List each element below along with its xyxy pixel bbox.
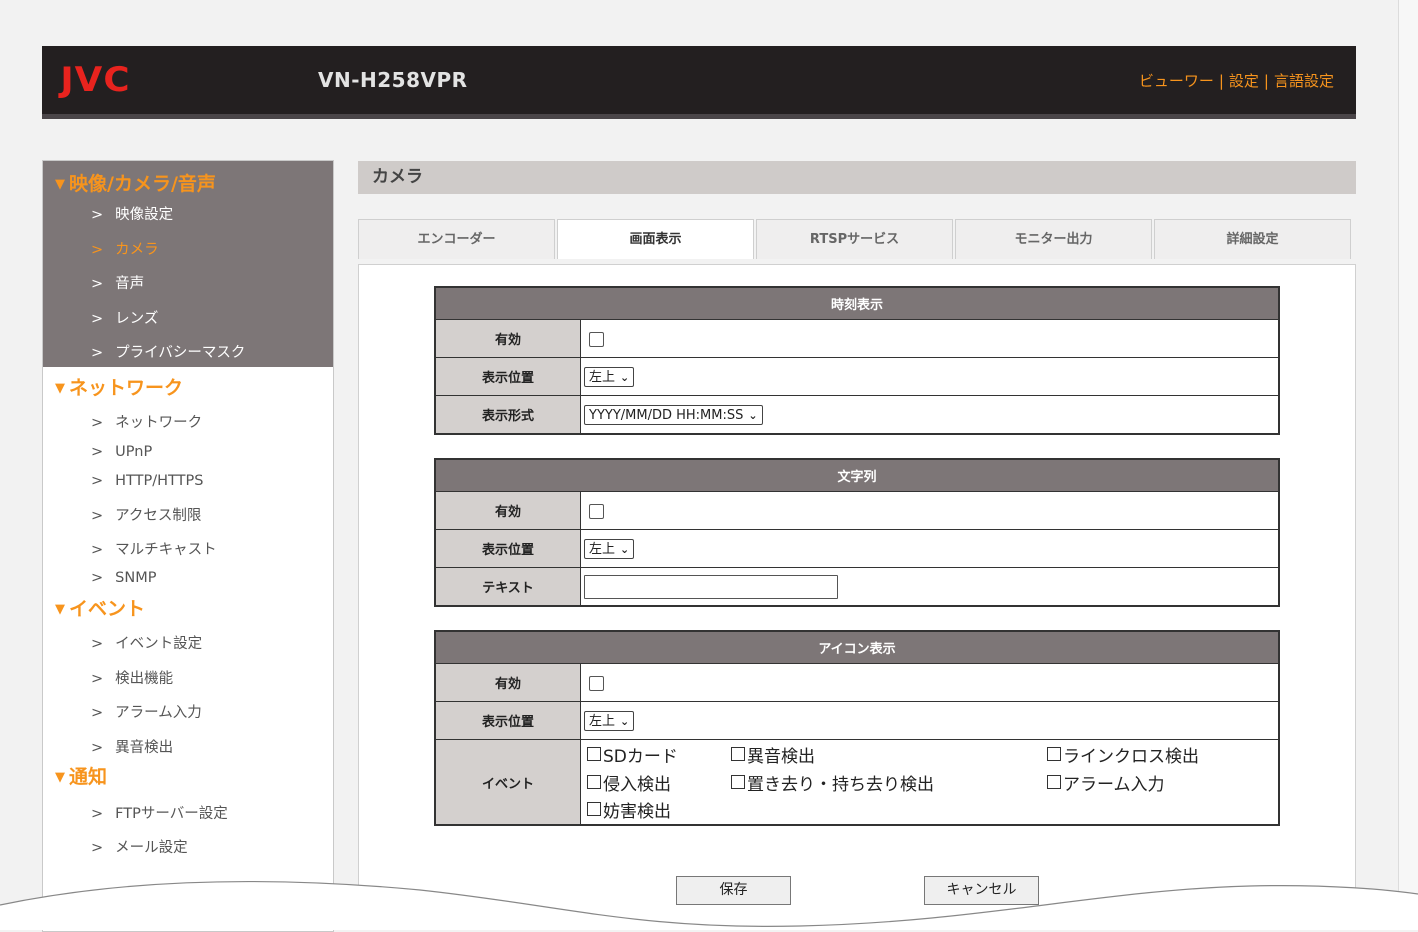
sidebar-item-camera[interactable]: > カメラ xyxy=(43,238,333,272)
event-audio-detection-checkbox[interactable]: 異音検出 xyxy=(731,742,815,767)
sidebar-item-audio-detection[interactable]: > 異音検出 xyxy=(43,736,333,760)
chevron-down-icon: ⌄ xyxy=(620,542,630,556)
field-label: テキスト xyxy=(434,567,581,607)
string-enable-checkbox[interactable] xyxy=(589,504,604,519)
sidebar-section-title[interactable]: ▼ 通知 xyxy=(43,760,333,790)
tab-rtsp-service[interactable]: RTSPサービス xyxy=(756,219,953,259)
chevron-right-icon: > xyxy=(91,444,104,460)
triangle-down-icon: ▼ xyxy=(55,770,65,785)
section-heading: 時刻表示 xyxy=(434,286,1280,320)
triangle-down-icon: ▼ xyxy=(55,602,65,617)
sidebar-item-alarm-input[interactable]: > アラーム入力 xyxy=(43,701,333,736)
icon-position-select[interactable]: 左上 ⌄ xyxy=(584,710,635,731)
chevron-right-icon: > xyxy=(91,840,104,856)
sidebar-item-network[interactable]: > ネットワーク xyxy=(43,411,333,444)
sidebar-section-title[interactable]: ▼ ネットワーク xyxy=(43,367,333,401)
field-label: 有効 xyxy=(434,319,581,358)
top-navigation: ビューワー | 設定 | 言語設定 xyxy=(1139,70,1334,91)
nav-settings-link[interactable]: 設定 xyxy=(1229,72,1259,90)
event-tamper-checkbox[interactable]: 妨害検出 xyxy=(587,797,671,822)
chevron-right-icon: > xyxy=(91,242,104,258)
time-display-table: 時刻表示 有効 表示位置 左上 ⌄ 表示形式 YYYY/MM/DD HH:MM:S… xyxy=(434,286,1280,435)
string-display-table: 文字列 有効 表示位置 左上 ⌄ テキスト xyxy=(434,458,1280,607)
top-header: JVC VN-H258VPR ビューワー | 設定 | 言語設定 xyxy=(42,46,1356,119)
field-label: イベント xyxy=(434,739,581,826)
chevron-right-icon: > xyxy=(91,636,104,652)
chevron-right-icon: > xyxy=(91,473,104,489)
section-heading: アイコン表示 xyxy=(434,630,1280,664)
sidebar-item-access-control[interactable]: > アクセス制限 xyxy=(43,504,333,538)
chevron-right-icon: > xyxy=(91,276,104,292)
field-label: 表示位置 xyxy=(434,529,581,568)
sidebar-item-multicast[interactable]: > マルチキャスト xyxy=(43,538,333,570)
nav-viewer-link[interactable]: ビューワー xyxy=(1139,72,1214,90)
sidebar-item-snmp[interactable]: > SNMP xyxy=(43,570,333,592)
event-intrusion-checkbox[interactable]: 侵入検出 xyxy=(587,770,671,795)
sidebar-item-video-settings[interactable]: > 映像設定 xyxy=(43,203,333,238)
event-alarm-input-checkbox[interactable]: アラーム入力 xyxy=(1047,770,1165,795)
triangle-down-icon: ▼ xyxy=(55,381,65,396)
sidebar-item-ftp-server[interactable]: > FTPサーバー設定 xyxy=(43,802,333,836)
sidebar-item-lens[interactable]: > レンズ xyxy=(43,307,333,341)
nav-language-link[interactable]: 言語設定 xyxy=(1274,72,1334,90)
event-checkbox-group: SDカード 異音検出 ラインクロス検出 侵入検出 置き去り・持ち去り検出 アラー… xyxy=(581,740,1278,824)
tab-screen-display[interactable]: 画面表示 xyxy=(557,219,754,259)
sidebar-section-notification: ▼ 通知 > FTPサーバー設定 > メール設定 xyxy=(43,760,333,866)
field-label: 有効 xyxy=(434,663,581,702)
string-position-select[interactable]: 左上 ⌄ xyxy=(584,538,635,559)
icon-display-table: アイコン表示 有効 表示位置 左上 ⌄ イベント SDカード 異音検出 ラインクロ… xyxy=(434,630,1280,826)
sidebar-item-upnp[interactable]: > UPnP xyxy=(43,444,333,473)
time-enable-checkbox[interactable] xyxy=(589,332,604,347)
tab-encoder[interactable]: エンコーダー xyxy=(358,219,555,259)
time-format-select[interactable]: YYYY/MM/DD HH:MM:SS ⌄ xyxy=(584,404,763,425)
field-label: 表示位置 xyxy=(434,701,581,740)
field-label: 表示位置 xyxy=(434,357,581,396)
event-line-cross-checkbox[interactable]: ラインクロス検出 xyxy=(1047,742,1199,767)
sidebar-section-video: ▼ 映像/カメラ/音声 > 映像設定 > カメラ > 音声 > レンズ > プライバシーマス… xyxy=(43,161,333,367)
sidebar-section-title[interactable]: ▼ イベント xyxy=(43,592,333,622)
chevron-right-icon: > xyxy=(91,806,104,822)
tab-monitor-output[interactable]: モニター出力 xyxy=(955,219,1152,259)
chevron-right-icon: > xyxy=(91,671,104,687)
chevron-right-icon: > xyxy=(91,508,104,524)
chevron-down-icon: ⌄ xyxy=(748,408,758,422)
torn-edge-decoration xyxy=(0,880,1418,930)
sidebar-item-detection[interactable]: > 検出機能 xyxy=(43,667,333,701)
sidebar-section-title[interactable]: ▼ 映像/カメラ/音声 xyxy=(43,161,333,197)
icon-enable-checkbox[interactable] xyxy=(589,676,604,691)
string-text-input[interactable] xyxy=(584,574,838,599)
chevron-down-icon: ⌄ xyxy=(620,370,630,384)
chevron-right-icon: > xyxy=(91,415,104,431)
chevron-right-icon: > xyxy=(91,570,104,586)
event-sd-card-checkbox[interactable]: SDカード xyxy=(587,742,678,767)
event-left-removed-checkbox[interactable]: 置き去り・持ち去り検出 xyxy=(731,770,934,795)
chevron-right-icon: > xyxy=(91,740,104,756)
chevron-right-icon: > xyxy=(91,705,104,721)
jvc-logo: JVC xyxy=(60,60,131,100)
chevron-right-icon: > xyxy=(91,345,104,361)
sidebar-item-audio[interactable]: > 音声 xyxy=(43,272,333,307)
page-title: カメラ xyxy=(358,161,1356,194)
chevron-down-icon: ⌄ xyxy=(620,714,630,728)
sidebar-item-http-https[interactable]: > HTTP/HTTPS xyxy=(43,473,333,504)
chevron-right-icon: > xyxy=(91,207,104,223)
field-label: 表示形式 xyxy=(434,395,581,435)
vertical-scrollbar[interactable] xyxy=(1398,0,1418,930)
chevron-right-icon: > xyxy=(91,311,104,327)
sidebar-section-event: ▼ イベント > イベント設定 > 検出機能 > アラーム入力 > 異音検出 xyxy=(43,592,333,760)
chevron-right-icon: > xyxy=(91,542,104,558)
nav-separator: | xyxy=(1263,72,1269,90)
time-position-select[interactable]: 左上 ⌄ xyxy=(584,366,635,387)
field-label: 有効 xyxy=(434,491,581,530)
sidebar-item-event-settings[interactable]: > イベント設定 xyxy=(43,632,333,667)
sidebar-section-network: ▼ ネットワーク > ネットワーク > UPnP > HTTP/HTTPS > アクセス制… xyxy=(43,367,333,592)
sidebar-item-privacy-mask[interactable]: > プライバシーマスク xyxy=(43,341,333,361)
model-name: VN-H258VPR xyxy=(318,68,468,92)
triangle-down-icon: ▼ xyxy=(55,177,65,192)
section-heading: 文字列 xyxy=(434,458,1280,492)
sidebar: ▼ 映像/カメラ/音声 > 映像設定 > カメラ > 音声 > レンズ > プライバシーマス… xyxy=(42,160,334,932)
tab-bar: エンコーダー 画面表示 RTSPサービス モニター出力 詳細設定 xyxy=(358,219,1356,259)
nav-separator: | xyxy=(1218,72,1224,90)
tab-advanced-settings[interactable]: 詳細設定 xyxy=(1154,219,1351,259)
